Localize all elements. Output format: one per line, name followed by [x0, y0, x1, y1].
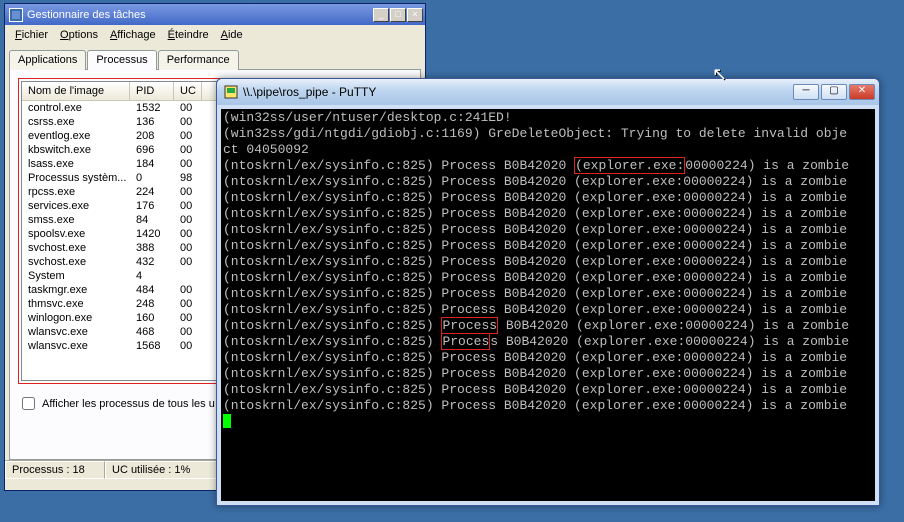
taskmgr-tabs: ApplicationsProcessusPerformance [9, 49, 421, 70]
putty-maximize-button[interactable]: ▢ [821, 84, 847, 100]
menu-ptions[interactable]: Options [54, 27, 104, 43]
putty-app-icon [223, 84, 239, 100]
tab-performance[interactable]: Performance [158, 50, 239, 70]
show-all-users-checkbox[interactable] [22, 397, 35, 410]
show-all-users-label: Afficher les processus de tous les u [42, 398, 215, 410]
putty-window: \\.\pipe\ros_pipe - PuTTY ─ ▢ ✕ (win32ss… [216, 78, 880, 506]
putty-terminal[interactable]: (win32ss/user/ntuser/desktop.c:241ED! (w… [221, 109, 875, 501]
taskmgr-menubar: FichierOptionsAffichageÉteindreAide [5, 25, 425, 45]
taskmgr-titlebar[interactable]: Gestionnaire des tâches _ □ × [5, 4, 425, 25]
col-pid[interactable]: PID [130, 82, 174, 100]
maximize-button[interactable]: □ [390, 8, 406, 22]
col-uc[interactable]: UC [174, 82, 202, 100]
putty-titlebar[interactable]: \\.\pipe\ros_pipe - PuTTY ─ ▢ ✕ [217, 79, 879, 105]
close-button[interactable]: × [407, 8, 423, 22]
taskmgr-title: Gestionnaire des tâches [27, 9, 373, 21]
minimize-button[interactable]: _ [373, 8, 389, 22]
putty-close-button[interactable]: ✕ [849, 84, 875, 100]
putty-minimize-button[interactable]: ─ [793, 84, 819, 100]
taskmgr-app-icon [9, 8, 23, 22]
menu-ffichage[interactable]: Affichage [104, 27, 162, 43]
tab-processus[interactable]: Processus [87, 50, 156, 70]
menu-ichier[interactable]: Fichier [9, 27, 54, 43]
col-image-name[interactable]: Nom de l'image [22, 82, 130, 100]
tab-applications[interactable]: Applications [9, 50, 86, 70]
status-process-count: Processus : 18 [5, 461, 105, 479]
putty-title: \\.\pipe\ros_pipe - PuTTY [243, 85, 793, 99]
menu-teindre[interactable]: Éteindre [162, 27, 215, 43]
menu-ide[interactable]: Aide [215, 27, 249, 43]
